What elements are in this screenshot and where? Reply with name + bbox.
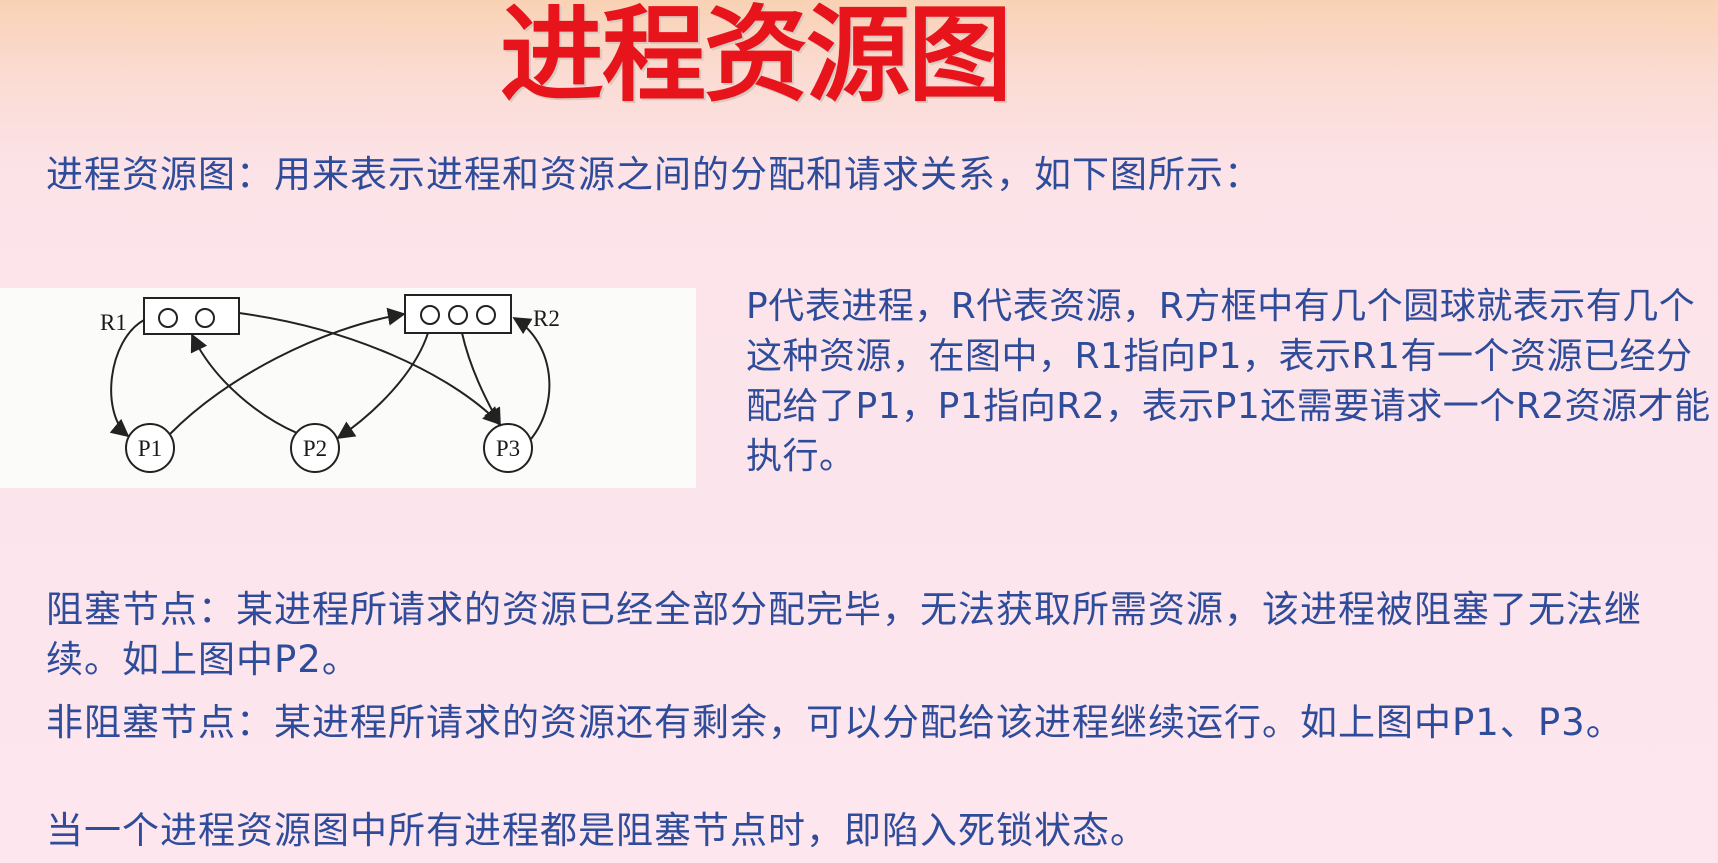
r1-label: R1	[100, 310, 127, 335]
edge-p3-to-r2	[512, 317, 551, 440]
p1-label: P1	[138, 436, 162, 461]
resource-r2	[404, 294, 512, 334]
p2-label: P2	[303, 436, 327, 461]
r2-label: R2	[533, 306, 560, 331]
process-p1: P1	[125, 423, 175, 473]
resource-r1	[143, 297, 240, 335]
process-p3: P3	[483, 423, 533, 473]
deadlock-text: 当一个进程资源图中所有进程都是阻塞节点时，即陷入死锁状态。	[46, 809, 1148, 852]
intro-text: 进程资源图：用来表示进程和资源之间的分配和请求关系，如下图所示：	[46, 153, 1262, 196]
process-resource-graph: R1 R2 P1 P2 P3	[0, 288, 696, 488]
process-p2: P2	[290, 423, 340, 473]
edge-r2-to-p2	[336, 332, 429, 440]
graph-svg: R1 R2 P1 P2 P3	[100, 294, 560, 473]
slide-title: 进程资源图	[500, 0, 1012, 116]
edge-p2-to-r1	[190, 333, 298, 434]
blocked-node-text: 阻塞节点：某进程所请求的资源已经全部分配完毕，无法获取所需资源，该进程被阻塞了无…	[46, 588, 1642, 681]
p3-label: P3	[496, 436, 520, 461]
edge-r2-to-p3	[461, 332, 501, 427]
non-blocked-node-text: 非阻塞节点：某进程所请求的资源还有剩余，可以分配给该进程继续运行。如上图中P1、…	[46, 701, 1624, 744]
explanation-text: P代表进程，R代表资源，R方框中有几个圆球就表示有几个这种资源，在图中，R1指向…	[746, 286, 1711, 477]
edge-r1-to-p1	[109, 319, 145, 438]
